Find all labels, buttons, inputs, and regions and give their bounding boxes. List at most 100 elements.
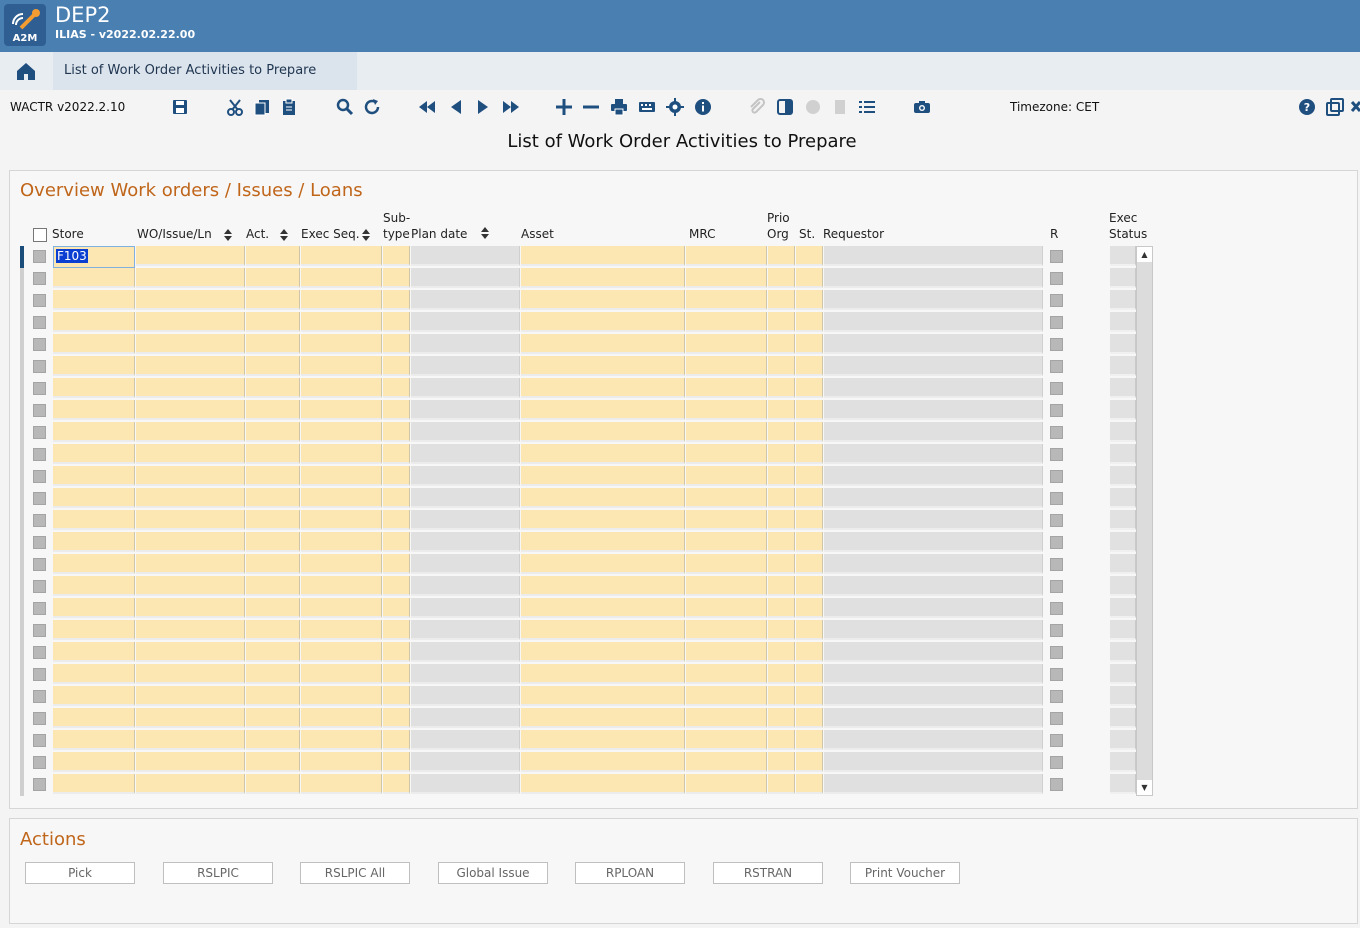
- subtype-cell[interactable]: [383, 664, 410, 684]
- status-cell[interactable]: [796, 510, 823, 530]
- status-cell[interactable]: [796, 664, 823, 684]
- prio-org-cell[interactable]: [768, 774, 795, 794]
- asset-cell[interactable]: [521, 730, 685, 750]
- status-cell[interactable]: [796, 532, 823, 552]
- prio-org-cell[interactable]: [768, 356, 795, 376]
- r-checkbox[interactable]: [1050, 712, 1063, 725]
- subtype-cell[interactable]: [383, 444, 410, 464]
- requestor-cell[interactable]: [824, 400, 1043, 420]
- plan-date-cell[interactable]: [411, 774, 520, 794]
- row-select-checkbox[interactable]: [33, 250, 46, 263]
- prio-org-cell[interactable]: [768, 554, 795, 574]
- wo-issue-ln-cell[interactable]: [136, 774, 245, 794]
- wo-issue-ln-cell[interactable]: [136, 290, 245, 310]
- subtype-cell[interactable]: [383, 576, 410, 596]
- store-cell[interactable]: [53, 532, 135, 552]
- mrc-cell[interactable]: [686, 730, 767, 750]
- prio-org-cell[interactable]: [768, 510, 795, 530]
- search-icon[interactable]: [336, 98, 354, 116]
- row-select-checkbox[interactable]: [33, 778, 46, 791]
- requestor-cell[interactable]: [824, 774, 1043, 794]
- header-store[interactable]: Store: [52, 226, 84, 242]
- store-cell[interactable]: [53, 598, 135, 618]
- store-cell[interactable]: [53, 488, 135, 508]
- previous-record-icon[interactable]: [447, 98, 465, 116]
- store-cell[interactable]: [53, 444, 135, 464]
- requestor-cell[interactable]: [824, 488, 1043, 508]
- requestor-cell[interactable]: [824, 422, 1043, 442]
- exec-seq-cell[interactable]: [301, 598, 382, 618]
- asset-cell[interactable]: [521, 532, 685, 552]
- mrc-cell[interactable]: [686, 290, 767, 310]
- row-select-checkbox[interactable]: [33, 294, 46, 307]
- asset-cell[interactable]: [521, 620, 685, 640]
- row-select-checkbox[interactable]: [33, 316, 46, 329]
- prio-org-cell[interactable]: [768, 378, 795, 398]
- prio-org-cell[interactable]: [768, 576, 795, 596]
- prio-org-cell[interactable]: [768, 730, 795, 750]
- subtype-cell[interactable]: [383, 774, 410, 794]
- sort-icon[interactable]: [224, 229, 232, 241]
- prio-org-cell[interactable]: [768, 532, 795, 552]
- act-cell[interactable]: [246, 686, 300, 706]
- r-checkbox[interactable]: [1050, 316, 1063, 329]
- mrc-cell[interactable]: [686, 444, 767, 464]
- exec-seq-cell[interactable]: [301, 444, 382, 464]
- status-cell[interactable]: [796, 246, 823, 266]
- mrc-cell[interactable]: [686, 774, 767, 794]
- status-cell[interactable]: [796, 774, 823, 794]
- store-cell[interactable]: [53, 642, 135, 662]
- status-cell[interactable]: [796, 620, 823, 640]
- plan-date-cell[interactable]: [411, 532, 520, 552]
- exec-seq-cell[interactable]: [301, 400, 382, 420]
- rslpic-all-button[interactable]: RSLPIC All: [300, 862, 410, 884]
- exec-seq-cell[interactable]: [301, 378, 382, 398]
- store-cell[interactable]: [53, 378, 135, 398]
- subtype-cell[interactable]: [383, 334, 410, 354]
- r-checkbox[interactable]: [1050, 778, 1063, 791]
- wo-issue-ln-cell[interactable]: [136, 686, 245, 706]
- store-cell[interactable]: [53, 686, 135, 706]
- exec-seq-cell[interactable]: [301, 334, 382, 354]
- store-cell[interactable]: [53, 554, 135, 574]
- requestor-cell[interactable]: [824, 598, 1043, 618]
- store-cell[interactable]: [53, 576, 135, 596]
- asset-cell[interactable]: [521, 444, 685, 464]
- r-checkbox[interactable]: [1050, 404, 1063, 417]
- plan-date-cell[interactable]: [411, 378, 520, 398]
- plan-date-cell[interactable]: [411, 686, 520, 706]
- act-cell[interactable]: [246, 664, 300, 684]
- requestor-cell[interactable]: [824, 268, 1043, 288]
- act-cell[interactable]: [246, 642, 300, 662]
- row-select-checkbox[interactable]: [33, 514, 46, 527]
- r-checkbox[interactable]: [1050, 668, 1063, 681]
- global-issue-button[interactable]: Global Issue: [438, 862, 548, 884]
- store-cell[interactable]: [53, 334, 135, 354]
- subtype-cell[interactable]: [383, 246, 410, 266]
- prio-org-cell[interactable]: [768, 598, 795, 618]
- act-cell[interactable]: [246, 576, 300, 596]
- act-cell[interactable]: [246, 378, 300, 398]
- prio-org-cell[interactable]: [768, 752, 795, 772]
- r-checkbox[interactable]: [1050, 514, 1063, 527]
- prio-org-cell[interactable]: [768, 400, 795, 420]
- requestor-cell[interactable]: [824, 620, 1043, 640]
- sort-icon[interactable]: [280, 229, 288, 241]
- r-checkbox[interactable]: [1050, 294, 1063, 307]
- list-icon[interactable]: [858, 98, 876, 116]
- requestor-cell[interactable]: [824, 290, 1043, 310]
- tab-work-order-activities[interactable]: List of Work Order Activities to Prepare: [53, 52, 357, 92]
- wo-issue-ln-cell[interactable]: [136, 532, 245, 552]
- wo-issue-ln-cell[interactable]: [136, 752, 245, 772]
- subtype-cell[interactable]: [383, 378, 410, 398]
- mrc-cell[interactable]: [686, 576, 767, 596]
- exec-seq-cell[interactable]: [301, 312, 382, 332]
- asset-cell[interactable]: [521, 488, 685, 508]
- store-cell[interactable]: [53, 730, 135, 750]
- plan-date-cell[interactable]: [411, 334, 520, 354]
- next-record-icon[interactable]: [474, 98, 492, 116]
- requestor-cell[interactable]: [824, 378, 1043, 398]
- cut-icon[interactable]: [226, 98, 244, 116]
- exec-seq-cell[interactable]: [301, 356, 382, 376]
- print-voucher-button[interactable]: Print Voucher: [850, 862, 960, 884]
